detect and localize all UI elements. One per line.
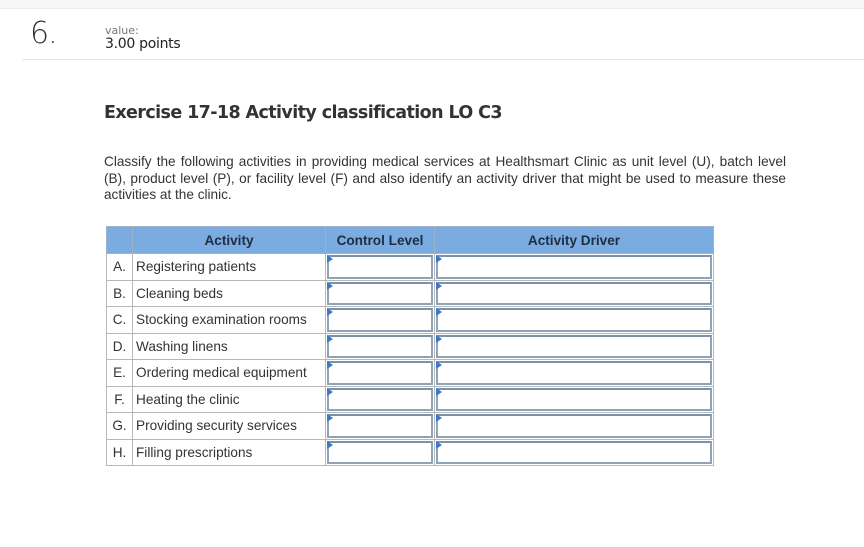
- row-activity: Washing linens: [132, 332, 326, 360]
- control-level-input[interactable]: [327, 414, 433, 438]
- row-activity: Cleaning beds: [132, 279, 326, 307]
- activity-driver-input[interactable]: [436, 440, 712, 464]
- table-row: A. Registering patients: [106, 253, 714, 281]
- control-level-cell: [325, 332, 435, 360]
- input-marker-icon: [436, 308, 442, 316]
- input-marker-icon: [436, 334, 442, 343]
- activity-driver-cell: [434, 438, 714, 466]
- control-level-input[interactable]: [327, 334, 433, 358]
- input-marker-icon: [327, 387, 333, 396]
- activity-driver-cell: [434, 359, 714, 387]
- activity-driver-cell: [434, 279, 714, 307]
- input-marker-icon: [327, 334, 333, 343]
- header-control-level: Control Level: [325, 226, 435, 254]
- header-letter: [106, 226, 133, 254]
- activity-driver-input[interactable]: [436, 308, 712, 332]
- header-activity-driver: Activity Driver: [434, 226, 714, 254]
- control-level-input[interactable]: [327, 255, 433, 279]
- row-letter: F.: [106, 385, 133, 413]
- control-level-input[interactable]: [327, 308, 433, 332]
- points-value: 3.00 points: [105, 36, 181, 52]
- activity-driver-input[interactable]: [436, 281, 712, 305]
- row-activity: Providing security services: [132, 412, 326, 440]
- header-activity: Activity: [132, 226, 326, 254]
- table-row: H. Filling prescriptions: [106, 438, 714, 466]
- control-level-cell: [325, 306, 435, 334]
- activity-driver-cell: [434, 253, 714, 281]
- input-marker-icon: [327, 414, 333, 422]
- top-bar: [0, 0, 864, 9]
- row-activity: Heating the clinic: [132, 385, 326, 413]
- input-marker-icon: [436, 281, 442, 290]
- input-marker-icon: [327, 361, 333, 369]
- row-activity: Filling prescriptions: [132, 438, 326, 466]
- activity-driver-input[interactable]: [436, 255, 712, 279]
- input-marker-icon: [327, 255, 333, 263]
- row-activity: Registering patients: [132, 253, 326, 281]
- activity-driver-input[interactable]: [436, 414, 712, 438]
- row-letter: A.: [106, 253, 133, 281]
- table-row: D. Washing linens: [106, 332, 714, 360]
- input-marker-icon: [327, 308, 333, 316]
- table-row: E. Ordering medical equipment: [106, 359, 714, 387]
- input-marker-icon: [436, 361, 442, 369]
- activity-driver-input[interactable]: [436, 361, 712, 385]
- table-row: C. Stocking examination rooms: [106, 306, 714, 334]
- control-level-input[interactable]: [327, 440, 433, 464]
- row-letter: B.: [106, 279, 133, 307]
- activity-driver-cell: [434, 306, 714, 334]
- table-row: G. Providing security services: [106, 412, 714, 440]
- activity-driver-input[interactable]: [436, 334, 712, 358]
- control-level-cell: [325, 438, 435, 466]
- activity-classification-table: Activity Control Level Activity Driver A…: [106, 226, 714, 466]
- exercise-instructions: Classify the following activities in pro…: [104, 154, 786, 202]
- control-level-input[interactable]: [327, 387, 433, 411]
- input-marker-icon: [436, 414, 442, 422]
- row-activity: Ordering medical equipment: [132, 359, 326, 387]
- input-marker-icon: [327, 440, 333, 449]
- header-divider: [22, 59, 864, 60]
- table-header-row: Activity Control Level Activity Driver: [106, 226, 714, 254]
- table-row: B. Cleaning beds: [106, 279, 714, 307]
- activity-driver-cell: [434, 385, 714, 413]
- activity-driver-cell: [434, 332, 714, 360]
- input-marker-icon: [436, 255, 442, 263]
- control-level-input[interactable]: [327, 281, 433, 305]
- row-letter: H.: [106, 438, 133, 466]
- row-letter: D.: [106, 332, 133, 360]
- table-row: F. Heating the clinic: [106, 385, 714, 413]
- control-level-cell: [325, 385, 435, 413]
- row-letter: C.: [106, 306, 133, 334]
- control-level-cell: [325, 359, 435, 387]
- row-letter: G.: [106, 412, 133, 440]
- input-marker-icon: [327, 281, 333, 290]
- row-activity: Stocking examination rooms: [132, 306, 326, 334]
- control-level-cell: [325, 279, 435, 307]
- question-number: 6.: [30, 16, 58, 51]
- input-marker-icon: [436, 387, 442, 396]
- control-level-cell: [325, 412, 435, 440]
- row-letter: E.: [106, 359, 133, 387]
- input-marker-icon: [436, 440, 442, 449]
- control-level-input[interactable]: [327, 361, 433, 385]
- exercise-title: Exercise 17-18 Activity classification L…: [104, 103, 503, 123]
- control-level-cell: [325, 253, 435, 281]
- activity-driver-cell: [434, 412, 714, 440]
- activity-driver-input[interactable]: [436, 387, 712, 411]
